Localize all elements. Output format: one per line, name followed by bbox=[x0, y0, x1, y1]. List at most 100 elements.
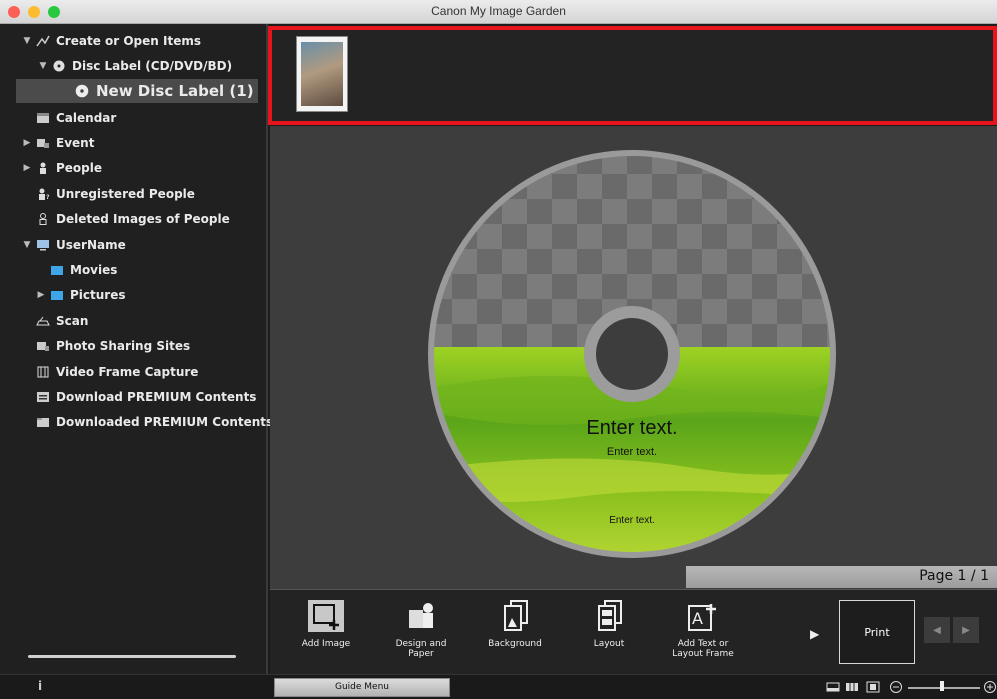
more-tools-arrow-icon[interactable]: ▶ bbox=[810, 627, 819, 641]
unregistered-person-icon: ? bbox=[39, 188, 50, 200]
sidebar-item-photo-sharing[interactable]: Photo Sharing Sites bbox=[22, 334, 190, 358]
chevron-down-icon[interactable]: ▼ bbox=[38, 61, 48, 71]
sidebar-item-unregistered-people[interactable]: ? Unregistered People bbox=[22, 182, 195, 206]
sidebar-item-scan[interactable]: Scan bbox=[22, 309, 88, 333]
zoom-in-icon[interactable] bbox=[983, 680, 997, 694]
sidebar-item-label: Video Frame Capture bbox=[56, 365, 199, 379]
video-frame-icon bbox=[37, 366, 49, 378]
sidebar-item-label: Calendar bbox=[56, 111, 117, 125]
window-titlebar: Canon My Image Garden bbox=[0, 0, 997, 24]
layout-button[interactable]: Layout bbox=[573, 600, 645, 649]
disc-bottom-text[interactable]: Enter text. bbox=[427, 515, 837, 526]
disc-title-text[interactable]: Enter text. bbox=[427, 417, 837, 440]
zoom-slider[interactable] bbox=[908, 687, 980, 689]
deleted-person-icon bbox=[39, 213, 47, 225]
downloaded-folder-icon bbox=[37, 418, 49, 427]
view-thumbnail-icon[interactable] bbox=[826, 681, 840, 693]
add-image-button[interactable]: Add Image bbox=[290, 600, 362, 649]
chevron-right-icon[interactable]: ▶ bbox=[22, 163, 32, 173]
image-strip[interactable] bbox=[268, 26, 997, 125]
tool-label: Add Image bbox=[301, 639, 351, 649]
view-grid-icon[interactable] bbox=[845, 681, 859, 693]
tool-label: Design and Paper bbox=[395, 639, 447, 659]
disc-subtitle-text[interactable]: Enter text. bbox=[427, 446, 837, 458]
sidebar-item-label: Download PREMIUM Contents bbox=[56, 390, 257, 404]
chevron-right-icon[interactable]: ▶ bbox=[22, 138, 32, 148]
design-paper-button[interactable]: Design and Paper bbox=[385, 600, 457, 659]
folder-icon bbox=[51, 266, 63, 275]
fit-view-icon[interactable] bbox=[866, 681, 880, 693]
sidebar-item-calendar[interactable]: Calendar bbox=[22, 106, 116, 130]
sidebar-item-video-frame[interactable]: Video Frame Capture bbox=[22, 360, 198, 384]
svg-text:?: ? bbox=[46, 194, 50, 200]
chevron-down-icon[interactable]: ▼ bbox=[22, 36, 32, 46]
sidebar-item-people[interactable]: ▶ People bbox=[22, 156, 103, 180]
chevron-down-icon[interactable]: ▼ bbox=[22, 240, 32, 250]
add-text-icon: A bbox=[688, 604, 716, 631]
sidebar-item-disc-label[interactable]: ▼ Disc Label (CD/DVD/BD) bbox=[38, 54, 233, 78]
previous-page-button[interactable]: ◀ bbox=[924, 617, 950, 643]
background-button[interactable]: Background bbox=[479, 600, 551, 649]
photo-sharing-icon bbox=[37, 342, 49, 351]
layout-icon bbox=[598, 600, 622, 631]
sidebar-item-download-premium[interactable]: Download PREMIUM Contents bbox=[22, 385, 256, 409]
print-button[interactable]: Print bbox=[839, 600, 915, 664]
sidebar-item-label: Disc Label (CD/DVD/BD) bbox=[72, 59, 233, 73]
sidebar-item-label: Event bbox=[56, 136, 95, 150]
person-icon bbox=[40, 162, 46, 174]
sidebar-item-label: Deleted Images of People bbox=[56, 212, 230, 226]
sidebar-item-label: Pictures bbox=[70, 288, 126, 302]
zoom-slider-knob[interactable] bbox=[940, 681, 944, 691]
svg-text:A: A bbox=[692, 609, 703, 628]
sidebar-item-label: Create or Open Items bbox=[56, 34, 201, 48]
scan-icon bbox=[36, 316, 50, 326]
info-icon[interactable]: i bbox=[38, 679, 42, 693]
sidebar-item-label: UserName bbox=[56, 238, 126, 252]
next-page-button[interactable]: ▶ bbox=[953, 617, 979, 643]
sidebar-item-label: Photo Sharing Sites bbox=[56, 339, 191, 353]
zoom-out-icon[interactable] bbox=[889, 680, 903, 694]
event-icon bbox=[37, 139, 49, 148]
sidebar-item-create-open[interactable]: ▼ Create or Open Items bbox=[22, 29, 201, 53]
disc-graphic bbox=[428, 150, 836, 558]
create-items-icon bbox=[36, 35, 50, 47]
sidebar-item-deleted-people[interactable]: Deleted Images of People bbox=[22, 207, 230, 231]
download-icon bbox=[37, 392, 49, 402]
page-indicator: Page 1 / 1 bbox=[919, 568, 989, 584]
add-text-frame-button[interactable]: A Add Text or Layout Frame bbox=[667, 600, 739, 659]
disc-icon bbox=[53, 60, 65, 72]
sidebar-item-username[interactable]: ▼ UserName bbox=[22, 233, 126, 257]
sidebar-item-new-disc-label[interactable]: New Disc Label (1) bbox=[16, 79, 258, 103]
design-paper-icon bbox=[409, 603, 433, 628]
sidebar-item-downloaded-premium[interactable]: Downloaded PREMIUM Contents bbox=[22, 410, 273, 434]
sidebar: ▼ Create or Open Items ▼ Disc Label (CD/… bbox=[0, 24, 273, 674]
photo-image bbox=[301, 42, 343, 106]
edit-area[interactable]: Enter text. Enter text. Enter text. bbox=[270, 126, 997, 589]
sidebar-item-event[interactable]: ▶ Event bbox=[22, 131, 95, 155]
tool-label: Layout bbox=[593, 639, 625, 649]
status-bar: i Guide Menu bbox=[0, 674, 997, 699]
chevron-right-icon[interactable]: ▶ bbox=[36, 290, 46, 300]
sidebar-item-label: Movies bbox=[70, 263, 118, 277]
sidebar-item-pictures[interactable]: ▶ Pictures bbox=[36, 283, 126, 307]
page-indicator-bar: Page 1 / 1 bbox=[686, 566, 997, 588]
computer-icon bbox=[37, 240, 49, 251]
guide-menu-button[interactable]: Guide Menu bbox=[274, 678, 450, 697]
bottom-toolbar: Add Image Design and Paper Background La… bbox=[270, 589, 997, 674]
sidebar-item-label: New Disc Label (1) bbox=[96, 82, 254, 100]
sidebar-scrollbar[interactable] bbox=[28, 655, 236, 658]
sidebar-item-movies[interactable]: Movies bbox=[36, 258, 117, 282]
sidebar-item-label: Downloaded PREMIUM Contents bbox=[56, 415, 274, 429]
background-icon bbox=[504, 600, 528, 631]
folder-icon bbox=[51, 291, 63, 300]
tool-label: Add Text or Layout Frame bbox=[672, 639, 734, 659]
image-thumbnail[interactable] bbox=[296, 36, 348, 112]
window-title: Canon My Image Garden bbox=[431, 4, 566, 18]
tool-label: Background bbox=[488, 639, 542, 649]
disc-label-preview[interactable]: Enter text. Enter text. Enter text. bbox=[427, 149, 837, 559]
sidebar-item-label: Scan bbox=[56, 314, 89, 328]
disc-icon bbox=[75, 84, 89, 98]
sidebar-item-label: People bbox=[56, 161, 103, 175]
calendar-icon bbox=[37, 113, 49, 123]
add-image-icon bbox=[308, 600, 344, 632]
